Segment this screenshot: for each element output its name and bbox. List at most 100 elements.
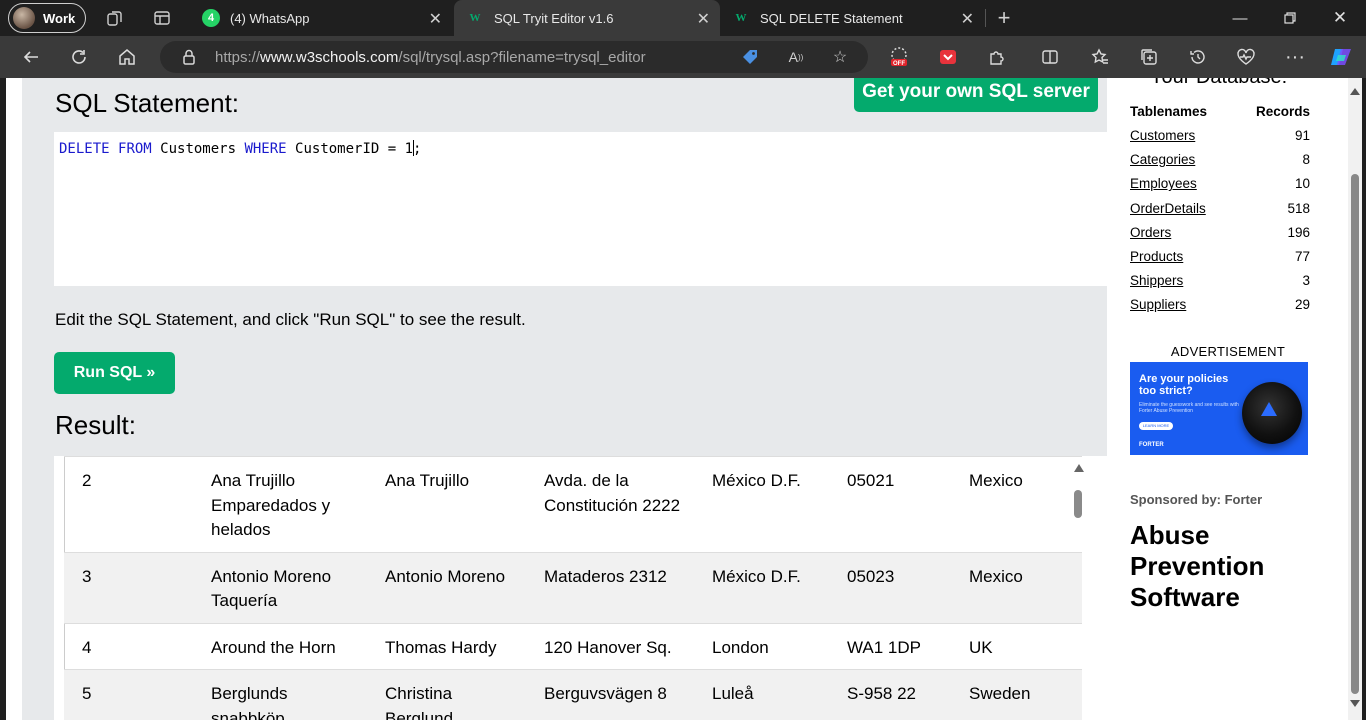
split-screen-icon[interactable] <box>1037 44 1063 70</box>
col-tablenames: Tablenames <box>1130 104 1208 119</box>
record-count: 10 <box>1294 176 1310 192</box>
database-row: Suppliers 29 <box>1130 297 1310 321</box>
sponsor-text: Sponsored by: Forter <box>1130 492 1263 507</box>
coupon-tag-icon[interactable] <box>740 47 760 67</box>
database-row: Employees 10 <box>1130 176 1310 200</box>
record-count: 3 <box>1302 273 1310 289</box>
lock-icon[interactable] <box>180 48 198 66</box>
profile-button[interactable]: Work <box>8 3 86 33</box>
new-tab-icon[interactable]: + <box>994 5 1014 30</box>
restore-icon[interactable] <box>1270 6 1310 30</box>
ad-banner[interactable]: Are your policies too strict? Eliminate … <box>1130 362 1308 455</box>
cell-address: Berguvsvägen 8 <box>526 669 694 720</box>
result-heading: Result: <box>55 410 136 440</box>
editor-panel: SQL Statement: Get your own SQL server D… <box>22 78 1109 720</box>
result-panel[interactable]: 2 Ana Trujillo Emparedados y helados Ana… <box>54 456 1109 720</box>
w3schools-icon: W <box>735 12 747 24</box>
address-bar[interactable]: https://www.w3schools.com/sql/trysql.asp… <box>160 41 868 73</box>
col-records: Records <box>1255 104 1310 119</box>
pocket-extension-icon[interactable] <box>935 44 961 70</box>
extensions-puzzle-icon[interactable] <box>984 44 1010 70</box>
scroll-thumb[interactable] <box>1074 490 1082 518</box>
run-sql-button[interactable]: Run SQL » <box>54 352 175 394</box>
extension-off-icon[interactable]: OFF <box>886 44 912 70</box>
record-count: 77 <box>1294 248 1310 264</box>
cell-customer-name: Around the Horn <box>193 622 367 670</box>
tab-title: SQL Tryit Editor v1.6 <box>494 10 614 26</box>
sql-keyword: FROM <box>118 141 152 157</box>
ad-headline: Are your policies too strict? <box>1139 373 1229 397</box>
cell-customer-id: 2 <box>64 456 193 552</box>
database-row: Customers 91 <box>1130 128 1310 152</box>
history-icon[interactable] <box>1185 44 1211 70</box>
close-icon[interactable]: ✕ <box>697 9 710 29</box>
table-row: 2 Ana Trujillo Emparedados y helados Ana… <box>64 456 1082 552</box>
minimize-icon[interactable]: — <box>1220 6 1260 30</box>
cell-customer-id: 5 <box>64 669 193 720</box>
copilot-icon[interactable] <box>1328 44 1354 70</box>
tab-whatsapp[interactable]: 4 (4) WhatsApp ✕ <box>190 0 452 36</box>
table-link[interactable]: Products <box>1130 249 1183 273</box>
cell-contact-name: Christina Berglund <box>367 669 526 720</box>
back-arrow-icon[interactable] <box>18 44 44 70</box>
database-row: Shippers 3 <box>1130 273 1310 297</box>
table-link[interactable]: Employees <box>1130 176 1197 200</box>
table-link[interactable]: Categories <box>1130 152 1195 176</box>
more-menu-icon[interactable]: ··· <box>1282 44 1308 70</box>
ad-title-link[interactable]: Abuse Prevention Software <box>1130 520 1330 613</box>
tab-sql-tryit-editor[interactable]: W SQL Tryit Editor v1.6 ✕ <box>454 0 720 36</box>
record-count: 29 <box>1294 297 1310 313</box>
scroll-thumb[interactable] <box>1351 174 1359 694</box>
tab-actions-icon[interactable] <box>152 8 172 28</box>
table-link[interactable]: OrderDetails <box>1130 201 1206 225</box>
favorites-icon[interactable] <box>1087 44 1113 70</box>
table-link[interactable]: Suppliers <box>1130 297 1186 321</box>
cell-contact-name: Antonio Moreno <box>367 551 526 623</box>
url-text[interactable]: https://www.w3schools.com/sql/trysql.asp… <box>215 49 646 66</box>
close-icon[interactable]: ✕ <box>961 9 974 29</box>
database-row: Orders 196 <box>1130 225 1310 249</box>
page-scrollbar[interactable] <box>1348 78 1362 720</box>
result-scrollbar[interactable] <box>1070 456 1088 720</box>
cell-country: UK <box>951 622 1082 670</box>
forter-logo: FORTER <box>1139 442 1164 448</box>
favorite-star-icon[interactable]: ☆ <box>830 47 850 67</box>
close-window-icon[interactable]: ✕ <box>1320 6 1360 30</box>
sql-condition: CustomerID = 1 <box>286 141 414 157</box>
cell-city: Luleå <box>694 669 829 720</box>
cell-address: Mataderos 2312 <box>526 551 694 623</box>
tab-title: SQL DELETE Statement <box>760 10 903 26</box>
sql-keyword: WHERE <box>244 141 287 157</box>
tab-strip: Work 4 (4) WhatsApp ✕ W SQL Tryit Editor… <box>0 0 1366 36</box>
collections-icon[interactable] <box>1136 44 1162 70</box>
table-link[interactable]: Orders <box>1130 225 1171 249</box>
database-title: Your Database: <box>1150 78 1287 89</box>
table-link[interactable]: Customers <box>1130 128 1195 152</box>
scroll-up-arrow-icon[interactable] <box>1350 88 1360 95</box>
scroll-down-arrow-icon[interactable] <box>1350 700 1360 707</box>
refresh-icon[interactable] <box>66 44 92 70</box>
read-aloud-icon[interactable]: A)) <box>786 47 806 67</box>
record-count: 91 <box>1294 128 1310 143</box>
off-badge: OFF <box>893 61 905 67</box>
home-icon[interactable] <box>114 44 140 70</box>
cell-customer-name: Berglunds snabbköp <box>193 669 367 720</box>
cell-contact-name: Thomas Hardy <box>367 622 526 670</box>
cell-country: Mexico <box>951 456 1082 552</box>
close-icon[interactable]: ✕ <box>429 9 442 29</box>
tab-sql-delete-statement[interactable]: W SQL DELETE Statement ✕ <box>720 0 984 36</box>
w3schools-icon: W <box>469 12 481 24</box>
sql-editor-input[interactable]: DELETE FROM Customers WHERE CustomerID =… <box>54 132 1109 286</box>
scroll-up-arrow-icon[interactable] <box>1074 464 1084 472</box>
web-page: SQL Statement: Get your own SQL server D… <box>6 78 1362 720</box>
table-link[interactable]: Shippers <box>1130 273 1183 297</box>
sql-statement-heading: SQL Statement: <box>55 88 240 118</box>
browser-essentials-icon[interactable] <box>1233 44 1259 70</box>
ad-cta-button[interactable]: LEARN MORE <box>1139 422 1173 430</box>
cell-customer-name: Antonio Moreno Taquería <box>193 551 367 623</box>
workspaces-icon[interactable] <box>105 8 125 28</box>
database-row: Categories 8 <box>1130 152 1310 176</box>
sql-table: Customers <box>151 141 245 157</box>
cell-postal-code: 05021 <box>829 456 951 552</box>
get-sql-server-button[interactable]: Get your own SQL server <box>854 78 1098 112</box>
